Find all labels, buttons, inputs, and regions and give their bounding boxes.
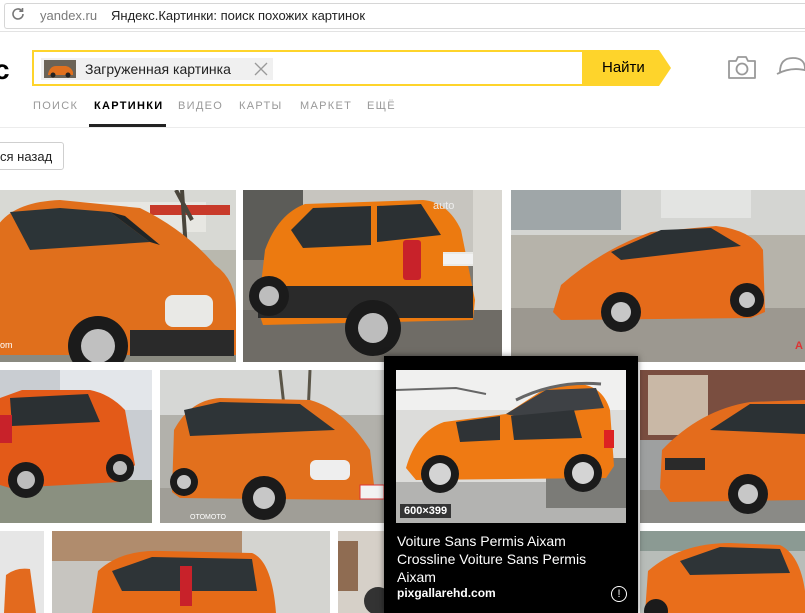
tab-maps[interactable]: КАРТЫ: [239, 100, 283, 112]
image-watermark: auto: [433, 200, 455, 212]
uploaded-image-label: Загруженная картинка: [85, 61, 231, 77]
browser-address-bar[interactable]: yandex.ru Яндекс.Картинки: поиск похожих…: [0, 0, 805, 32]
tab-search[interactable]: ПОИСК: [33, 100, 78, 112]
image-watermark: OTOMOTO: [190, 514, 226, 521]
back-button-label: ся назад: [0, 149, 53, 164]
uploaded-image-thumbnail: [44, 60, 76, 78]
image-result[interactable]: [52, 531, 330, 613]
image-watermark: A: [795, 340, 803, 352]
tab-market[interactable]: МАРКЕТ: [300, 100, 352, 112]
camera-icon[interactable]: [727, 54, 757, 80]
page-title: Яндекс.Картинки: поиск похожих картинок: [111, 8, 366, 23]
image-result[interactable]: [338, 531, 384, 613]
uploaded-image-chip: Загруженная картинка: [41, 58, 273, 80]
user-hat-icon[interactable]: [776, 52, 805, 82]
image-result[interactable]: om: [0, 190, 236, 362]
image-watermark: om: [0, 340, 13, 350]
tab-more[interactable]: ЕЩЁ: [367, 100, 396, 112]
back-button[interactable]: ся назад: [0, 142, 64, 170]
image-result[interactable]: [640, 370, 805, 523]
search-box[interactable]: Загруженная картинка: [32, 50, 584, 86]
image-size-badge: 600×399: [400, 504, 452, 518]
preview-source-link[interactable]: pixgallarehd.com: [397, 586, 496, 600]
image-result[interactable]: OTOMOTO: [160, 370, 384, 523]
search-button-label: Найти: [602, 59, 645, 76]
image-result[interactable]: [0, 531, 44, 613]
image-result[interactable]: A: [511, 190, 805, 362]
preview-title[interactable]: Voiture Sans Permis Aixam Crossline Voit…: [397, 532, 627, 586]
image-result[interactable]: [0, 370, 152, 523]
image-preview-card[interactable]: 600×399 Voiture Sans Permis Aixam Crossl…: [384, 356, 638, 613]
header-divider: [0, 127, 805, 128]
address-domain: yandex.ru: [40, 8, 98, 23]
reload-icon[interactable]: [10, 6, 26, 22]
image-result[interactable]: [640, 531, 805, 613]
tab-images[interactable]: КАРТИНКИ: [94, 100, 163, 112]
yandex-logo[interactable]: c: [0, 54, 10, 86]
preview-image[interactable]: [396, 370, 626, 523]
tab-video[interactable]: ВИДЕО: [178, 100, 223, 112]
image-result[interactable]: auto: [243, 190, 502, 362]
info-icon[interactable]: !: [611, 586, 627, 602]
search-button[interactable]: Найти: [583, 50, 671, 86]
clear-image-icon[interactable]: [252, 60, 270, 78]
